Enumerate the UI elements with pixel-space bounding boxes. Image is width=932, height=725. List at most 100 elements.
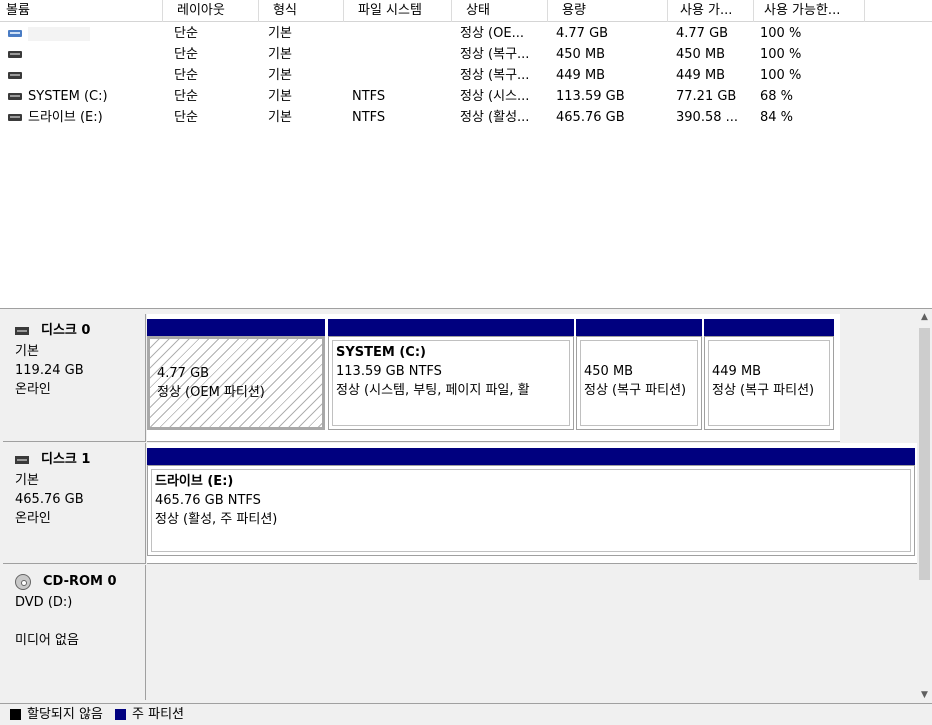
partition-size: 465.76 GB NTFS: [155, 493, 261, 508]
disk-0-row: 디스크 0 기본 119.24 GB 온라인 4.77 GB 정상 (OEM 파…: [3, 314, 917, 442]
column-header-volume[interactable]: 볼륨: [0, 0, 163, 22]
volume-status: 정상 (복구...: [460, 68, 530, 83]
volume-capacity: 465.76 GB: [556, 110, 625, 125]
volume-row[interactable]: 단순 기본 정상 (OE... 4.77 GB 4.77 GB 100 %: [0, 23, 932, 44]
volume-icon: [8, 93, 22, 100]
volume-row[interactable]: 단순 기본 정상 (복구... 450 MB 450 MB 100 %: [0, 44, 932, 65]
partition-oem[interactable]: 4.77 GB 정상 (OEM 파티션): [147, 314, 325, 434]
volume-status: 정상 (OE...: [460, 26, 524, 41]
volume-icon: [8, 72, 22, 79]
column-header-type[interactable]: 형식: [259, 0, 344, 22]
partition-title: SYSTEM (C:): [336, 345, 426, 360]
partition-recovery-450[interactable]: 450 MB 정상 (복구 파티션): [576, 314, 702, 434]
column-header-layout[interactable]: 레이아웃: [163, 0, 259, 22]
volume-name-cell: SYSTEM (C:): [8, 86, 158, 107]
volume-layout: 단순: [174, 68, 198, 83]
volume-percent-free: 100 %: [760, 26, 802, 41]
partition-status: 정상 (복구 파티션): [584, 383, 687, 398]
volume-layout: 단순: [174, 47, 198, 62]
volume-type: 기본: [268, 110, 292, 125]
volume-layout: 단순: [174, 26, 198, 41]
volume-free-space: 449 MB: [676, 68, 726, 83]
column-header-free-space[interactable]: 사용 가...: [668, 0, 754, 22]
volume-type: 기본: [268, 89, 292, 104]
legend-bar: 할당되지 않음 주 파티션: [0, 703, 932, 725]
volume-row[interactable]: 드라이브 (E:) 단순 기본 NTFS 정상 (활성... 465.76 GB…: [0, 107, 932, 128]
volume-layout: 단순: [174, 89, 198, 104]
volume-icon: [8, 114, 22, 121]
volume-capacity: 450 MB: [556, 47, 606, 62]
partition-type-bar: [147, 319, 325, 336]
volume-name: 드라이브 (E:): [28, 110, 103, 125]
volume-type: 기본: [268, 68, 292, 83]
cdrom-0-row: CD-ROM 0 DVD (D:) 미디어 없음: [3, 565, 917, 700]
partition-recovery-449[interactable]: 449 MB 정상 (복구 파티션): [704, 314, 834, 434]
disk-state: 온라인: [15, 382, 51, 397]
column-header-filesystem[interactable]: 파일 시스템: [344, 0, 452, 22]
volume-filesystem: [352, 65, 447, 86]
volume-status: 정상 (활성...: [460, 110, 530, 125]
volume-status: 정상 (시스...: [460, 89, 530, 104]
partition-system-c[interactable]: SYSTEM (C:) 113.59 GB NTFS 정상 (시스템, 부팅, …: [328, 314, 574, 434]
volume-percent-free: 100 %: [760, 68, 802, 83]
partition-body: 449 MB 정상 (복구 파티션): [704, 336, 834, 430]
volume-icon: [8, 51, 22, 58]
partition-body: SYSTEM (C:) 113.59 GB NTFS 정상 (시스템, 부팅, …: [328, 336, 574, 430]
scroll-down-arrow-icon[interactable]: ▼: [917, 688, 932, 703]
volume-list[interactable]: 볼륨 레이아웃 형식 파일 시스템 상태 용량 사용 가... 사용 가능한..…: [0, 0, 932, 309]
volume-name-redacted: [28, 26, 90, 41]
volume-name-cell: [8, 23, 158, 44]
partition-title: 드라이브 (E:): [155, 474, 234, 489]
volume-filesystem: NTFS: [352, 110, 386, 125]
partition-type-bar: [704, 319, 834, 336]
volume-filesystem: [352, 44, 447, 65]
disk-kind: 기본: [15, 344, 39, 359]
vertical-scrollbar[interactable]: ▲ ▼: [917, 310, 932, 703]
disk-size: [15, 612, 145, 631]
disk-size: 465.76 GB: [15, 492, 84, 507]
volume-filesystem: [352, 23, 447, 44]
disk-kind: 기본: [15, 473, 39, 488]
partition-size: 450 MB: [584, 364, 634, 379]
cdrom-0-label[interactable]: CD-ROM 0 DVD (D:) 미디어 없음: [3, 565, 146, 700]
volume-row[interactable]: SYSTEM (C:) 단순 기본 NTFS 정상 (시스... 113.59 …: [0, 86, 932, 107]
partition-type-bar: [328, 319, 574, 336]
disk-0-label[interactable]: 디스크 0 기본 119.24 GB 온라인: [3, 314, 146, 442]
volume-list-header: 볼륨 레이아웃 형식 파일 시스템 상태 용량 사용 가... 사용 가능한..…: [0, 0, 932, 22]
volume-name-cell: [8, 65, 158, 86]
disk-1-label[interactable]: 디스크 1 기본 465.76 GB 온라인: [3, 443, 146, 564]
column-header-status[interactable]: 상태: [452, 0, 548, 22]
partition-size: 449 MB: [712, 364, 762, 379]
volume-free-space: 77.21 GB: [676, 89, 737, 104]
volume-name: SYSTEM (C:): [28, 89, 108, 104]
volume-row[interactable]: 단순 기본 정상 (복구... 449 MB 449 MB 100 %: [0, 65, 932, 86]
disk-size: 119.24 GB: [15, 363, 84, 378]
partition-type-bar: [147, 448, 915, 465]
volume-name-cell: 드라이브 (E:): [8, 107, 158, 128]
scroll-up-arrow-icon[interactable]: ▲: [917, 310, 932, 325]
partition-size: 113.59 GB NTFS: [336, 364, 442, 379]
volume-type: 기본: [268, 26, 292, 41]
partition-status: 정상 (복구 파티션): [712, 383, 815, 398]
volume-percent-free: 84 %: [760, 110, 794, 125]
volume-capacity: 4.77 GB: [556, 26, 609, 41]
scrollbar-thumb[interactable]: [919, 328, 930, 580]
column-header-percent-free[interactable]: 사용 가능한...: [754, 0, 865, 22]
volume-percent-free: 100 %: [760, 47, 802, 62]
primary-partition-swatch-icon: [115, 709, 127, 720]
cd-drive-icon: [15, 573, 31, 590]
volume-free-space: 4.77 GB: [676, 26, 729, 41]
disk-1-partitions: 드라이브 (E:) 465.76 GB NTFS 정상 (활성, 주 파티션): [147, 443, 917, 564]
disk-title: 디스크 0: [41, 323, 91, 338]
partition-status: 정상 (활성, 주 파티션): [155, 512, 278, 527]
partition-size: 4.77 GB: [157, 366, 210, 381]
disk-title: CD-ROM 0: [43, 574, 117, 589]
disk-state: 미디어 없음: [15, 633, 79, 648]
partition-body: 4.77 GB 정상 (OEM 파티션): [147, 336, 325, 430]
volume-type: 기본: [268, 47, 292, 62]
disk-title: 디스크 1: [41, 452, 91, 467]
partition-drive-e[interactable]: 드라이브 (E:) 465.76 GB NTFS 정상 (활성, 주 파티션): [147, 443, 915, 560]
legend-primary: 주 파티션: [132, 707, 185, 722]
volume-layout: 단순: [174, 110, 198, 125]
column-header-capacity[interactable]: 용량: [548, 0, 668, 22]
